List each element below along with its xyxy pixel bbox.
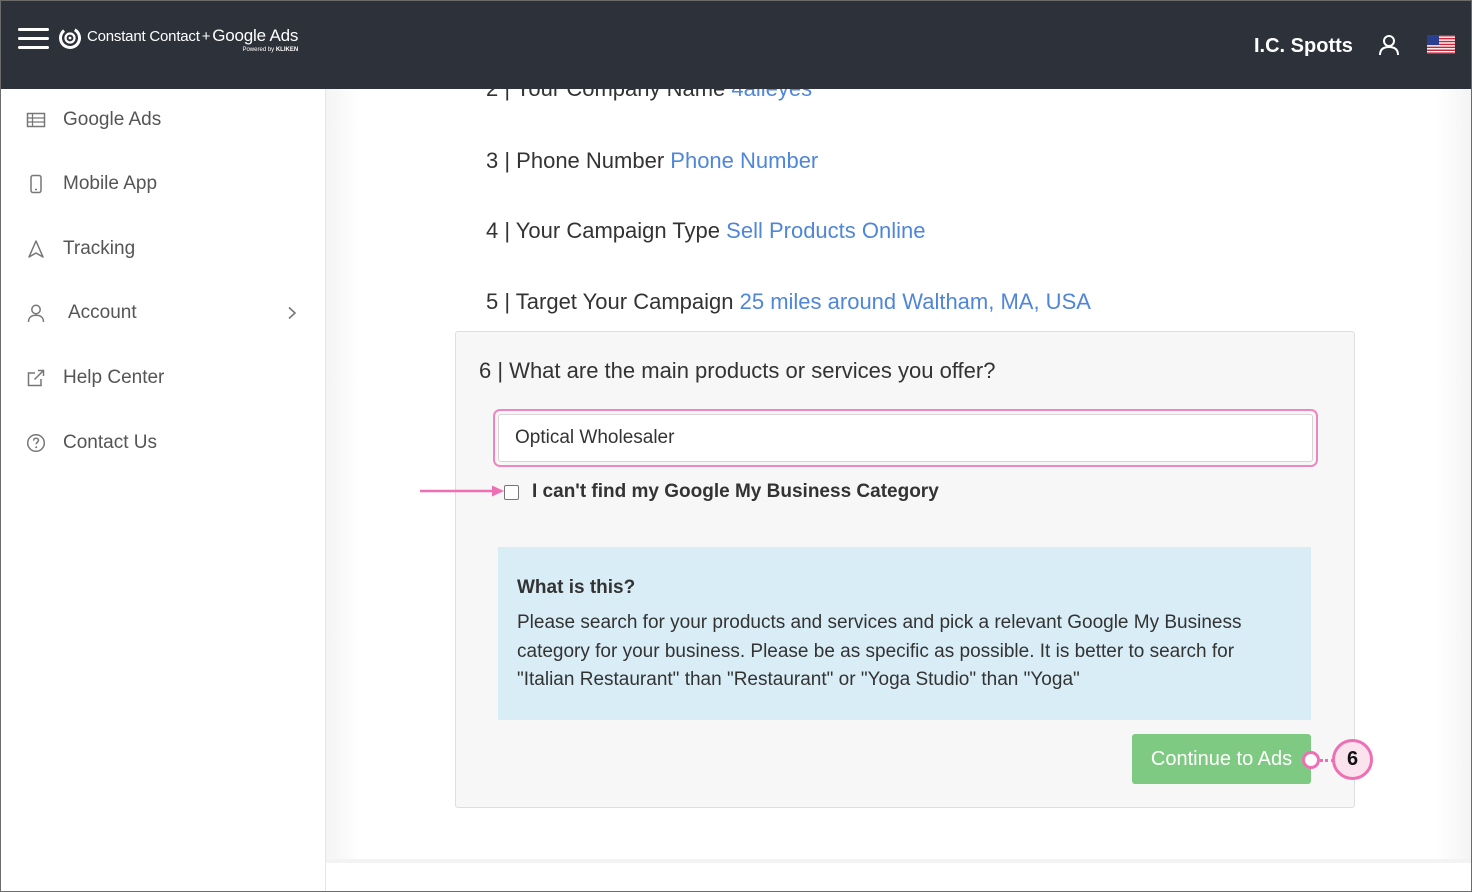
sidebar-item-tracking[interactable]: Tracking bbox=[0, 224, 325, 274]
sidebar-item-label: Help Center bbox=[63, 367, 165, 388]
logo-plus: + bbox=[201, 28, 211, 45]
gmb-category-checkbox[interactable] bbox=[504, 484, 519, 500]
logo-brand: Constant Contact bbox=[87, 28, 200, 45]
products-services-panel: 6 | What are the main products or servic… bbox=[455, 331, 1355, 808]
sidebar-item-label: Mobile App bbox=[63, 173, 158, 194]
sidebar-item-label: Account bbox=[68, 302, 137, 323]
user-icon bbox=[27, 304, 45, 323]
annotation-arrow-icon bbox=[420, 485, 504, 497]
top-bar: Constant Contact + Google Ads Powered by K… bbox=[0, 0, 1472, 89]
sidebar-item-label: Contact Us bbox=[63, 432, 157, 453]
bottom-strip bbox=[326, 859, 1471, 892]
sidebar-item-account[interactable]: Account bbox=[0, 288, 325, 338]
callout-number-badge: 6 bbox=[1332, 739, 1373, 780]
continue-to-ads-button[interactable]: Continue to Ads bbox=[1132, 734, 1311, 784]
sidebar-item-contact-us[interactable]: Contact Us bbox=[0, 418, 325, 468]
step-value-link[interactable]: Phone Number bbox=[670, 148, 818, 173]
gmb-category-checkbox-row: I can't find my Google My Business Categ… bbox=[504, 480, 939, 504]
sidebar-item-mobile-app[interactable]: Mobile App bbox=[0, 159, 325, 209]
info-text: Please search for your products and serv… bbox=[517, 612, 1242, 690]
products-services-input[interactable] bbox=[498, 414, 1313, 462]
step-label: 4 | Your Campaign Type bbox=[486, 218, 721, 243]
us-flag-icon[interactable] bbox=[1427, 35, 1455, 54]
navigation-icon bbox=[28, 240, 44, 258]
info-box: What is this? Please search for your pro… bbox=[498, 547, 1311, 720]
step-phone-number: 3 | Phone Number Phone Number bbox=[486, 148, 818, 174]
user-name[interactable]: I.C. Spotts bbox=[1254, 35, 1353, 58]
phone-icon bbox=[30, 174, 42, 194]
sidebar-item-help-center[interactable]: Help Center bbox=[0, 353, 325, 403]
step-target-campaign: 5 | Target Your Campaign 25 miles around… bbox=[486, 289, 1091, 315]
external-link-icon bbox=[27, 369, 45, 387]
hamburger-menu-icon[interactable] bbox=[18, 28, 49, 50]
sidebar-item-label: Tracking bbox=[63, 238, 136, 259]
step-value-link[interactable]: 25 miles around Waltham, MA, USA bbox=[740, 289, 1091, 314]
sidebar: Google Ads Mobile App Tracking Account H… bbox=[0, 89, 326, 892]
sidebar-item-label: Google Ads bbox=[63, 109, 162, 130]
campaign-setup-card: 2 | Your Company Name 4alleyes 3 | Phone… bbox=[326, 76, 1471, 861]
products-input-highlight bbox=[493, 409, 1318, 467]
sidebar-item-google-ads[interactable]: Google Ads bbox=[0, 95, 325, 145]
constant-contact-logo-icon bbox=[59, 27, 81, 49]
step-label: 5 | Target Your Campaign bbox=[486, 289, 734, 314]
question-circle-icon bbox=[26, 433, 46, 453]
chevron-right-icon[interactable] bbox=[285, 306, 299, 320]
user-icon[interactable] bbox=[1378, 34, 1400, 56]
logo-product: Google Ads bbox=[212, 26, 299, 45]
gmb-category-checkbox-label[interactable]: I can't find my Google My Business Categ… bbox=[532, 481, 939, 503]
logo[interactable]: Constant Contact + Google Ads Powered by K… bbox=[58, 26, 298, 60]
step-value-link[interactable]: Sell Products Online bbox=[726, 218, 925, 243]
question-title: 6 | What are the main products or servic… bbox=[479, 358, 996, 383]
step-campaign-type: 4 | Your Campaign Type Sell Products Onl… bbox=[486, 218, 925, 244]
callout-dot bbox=[1302, 751, 1320, 769]
step-label: 3 | Phone Number bbox=[486, 148, 665, 173]
info-title: What is this? bbox=[517, 577, 636, 598]
logo-powered-brand: KLIKEN bbox=[275, 47, 299, 53]
logo-powered: Powered by bbox=[242, 47, 275, 53]
table-icon bbox=[26, 112, 46, 128]
